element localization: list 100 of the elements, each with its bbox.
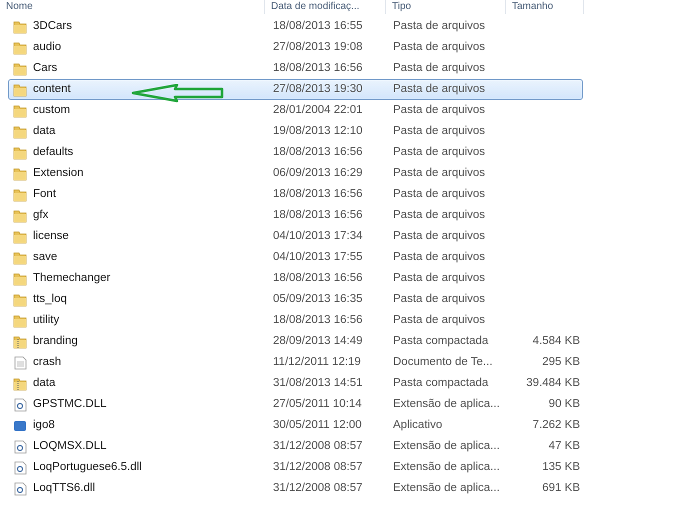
file-name: igo8	[33, 418, 55, 433]
column-header[interactable]: Tipo	[386, 0, 506, 14]
file-row[interactable]: igo8 30/05/2011 12:00 Aplicativo 7.262 KB	[8, 415, 583, 436]
file-row[interactable]: LoqPortuguese6.5.dll 31/12/2008 08:57 Extensão de aplica... 135 KB	[8, 457, 583, 478]
file-name: defaults	[33, 144, 74, 160]
file-name: Extension	[33, 166, 84, 181]
modified-date: 28/09/2013 14:49	[273, 334, 363, 347]
folder-icon	[13, 208, 27, 222]
file-row[interactable]: Themechanger 18/08/2013 16:56 Pasta de arquivos	[8, 268, 583, 289]
file-type: Pasta de arquivos	[393, 166, 486, 179]
modified-date: 27/08/2013 19:08	[273, 40, 363, 53]
file-row[interactable]: utility 18/08/2013 16:56 Pasta de arquivos	[8, 310, 583, 331]
file-name: utility	[33, 312, 60, 328]
file-size: 90 KB	[548, 398, 580, 410]
file-name: branding	[33, 334, 78, 349]
modified-date: 27/08/2013 19:30	[273, 82, 363, 95]
folder-icon	[13, 124, 27, 138]
file-name: LOQMSX.DLL	[33, 438, 106, 454]
folder-icon	[13, 250, 27, 264]
file-name: LoqPortuguese6.5.dll	[33, 460, 142, 475]
file-row[interactable]: branding 28/09/2013 14:49 Pasta compactada 4.584 KB	[8, 331, 583, 352]
file-size: 39.484 KB	[526, 376, 580, 389]
file-name: Themechanger	[33, 270, 110, 286]
folder-icon	[13, 104, 27, 118]
file-type: Pasta de arquivos	[393, 250, 486, 263]
folder-icon	[13, 188, 27, 202]
file-row[interactable]: LoqTTS6.dll 31/12/2008 08:57 Extensão de aplica... 691 KB	[8, 478, 583, 499]
file-row[interactable]: data 31/08/2013 14:51 Pasta compactada 39.484 KB	[8, 373, 583, 394]
file-size: 4.584 KB	[532, 334, 580, 347]
column-header[interactable]: Data de modificaç...	[265, 0, 386, 14]
file-row[interactable]: GPSTMC.DLL 27/05/2011 10:14 Extensão de aplica... 90 KB	[8, 394, 583, 415]
file-name: data	[33, 124, 56, 139]
file-row[interactable]: content 27/08/2013 19:30 Pasta de arquivos	[8, 79, 583, 100]
modified-date: 18/08/2013 16:56	[273, 146, 363, 158]
file-row[interactable]: gfx 18/08/2013 16:56 Pasta de arquivos	[8, 205, 583, 226]
modified-date: 18/08/2013 16:56	[273, 62, 363, 74]
file-name: custom	[33, 102, 70, 118]
file-size: 47 KB	[548, 440, 580, 452]
text-file-icon	[13, 356, 27, 370]
application-icon	[13, 418, 27, 432]
folder-icon	[13, 146, 27, 160]
file-name: Cars	[33, 60, 58, 76]
modified-date: 30/05/2011 12:00	[273, 418, 362, 431]
file-row[interactable]: crash 11/12/2011 12:19 Documento de Te... 295 KB	[8, 352, 583, 373]
column-header[interactable]: Tamanho	[506, 0, 584, 14]
file-name: Font	[33, 186, 56, 202]
file-size: 691 KB	[542, 482, 580, 494]
folder-icon	[13, 40, 27, 54]
modified-date: 27/05/2011 10:14	[273, 398, 362, 410]
file-row[interactable]: 3DCars 18/08/2013 16:55 Pasta de arquivos	[8, 16, 583, 37]
folder-icon	[13, 272, 27, 286]
file-name: tts_loq	[33, 292, 67, 307]
file-type: Pasta de arquivos	[393, 292, 486, 305]
column-header[interactable]: Nome	[0, 0, 265, 14]
file-row[interactable]: license 04/10/2013 17:34 Pasta de arquivos	[8, 226, 583, 247]
modified-date: 18/08/2013 16:56	[273, 208, 363, 221]
file-name: license	[33, 228, 69, 244]
file-type: Pasta de arquivos	[393, 208, 486, 221]
file-row[interactable]: defaults 18/08/2013 16:56 Pasta de arquivos	[8, 142, 583, 163]
file-name: gfx	[33, 208, 48, 223]
folder-icon	[13, 62, 27, 76]
file-type: Pasta de arquivos	[393, 40, 486, 53]
file-row[interactable]: save 04/10/2013 17:55 Pasta de arquivos	[8, 247, 583, 268]
file-size: 7.262 KB	[532, 418, 580, 431]
file-row[interactable]: Font 18/08/2013 16:56 Pasta de arquivos	[8, 184, 583, 205]
folder-icon	[13, 314, 27, 328]
file-type: Extensão de aplica...	[393, 460, 500, 473]
file-row[interactable]: Cars 18/08/2013 16:56 Pasta de arquivos	[8, 58, 583, 79]
file-row[interactable]: Extension 06/09/2013 16:29 Pasta de arquivos	[8, 163, 583, 184]
modified-date: 18/08/2013 16:56	[273, 314, 363, 326]
modified-date: 11/12/2011 12:19	[273, 356, 361, 368]
file-type: Aplicativo	[393, 418, 442, 431]
file-type: Pasta de arquivos	[393, 146, 486, 158]
file-row[interactable]: data 19/08/2013 12:10 Pasta de arquivos	[8, 121, 583, 142]
modified-date: 31/08/2013 14:51	[273, 376, 363, 389]
file-type: Pasta de arquivos	[393, 104, 486, 116]
file-name: LoqTTS6.dll	[33, 480, 96, 496]
file-type: Extensão de aplica...	[393, 440, 500, 452]
file-type: Pasta de arquivos	[393, 230, 486, 242]
file-type: Pasta de arquivos	[393, 82, 486, 95]
file-type: Pasta de arquivos	[393, 20, 486, 32]
modified-date: 18/08/2013 16:56	[273, 272, 363, 284]
file-type: Pasta de arquivos	[393, 272, 486, 284]
file-type: Pasta de arquivos	[393, 124, 486, 137]
modified-date: 31/12/2008 08:57	[273, 460, 363, 473]
file-type: Documento de Te...	[393, 356, 493, 368]
file-name: crash	[33, 354, 62, 370]
zipped-folder-icon	[13, 334, 27, 348]
file-row[interactable]: custom 28/01/2004 22:01 Pasta de arquivos	[8, 100, 583, 121]
file-type: Pasta de arquivos	[393, 314, 486, 326]
folder-icon	[13, 20, 27, 34]
file-row[interactable]: LOQMSX.DLL 31/12/2008 08:57 Extensão de aplica... 47 KB	[8, 436, 583, 457]
file-type: Pasta compactada	[393, 334, 488, 347]
modified-date: 31/12/2008 08:57	[273, 482, 363, 494]
file-row[interactable]: tts_loq 05/09/2013 16:35 Pasta de arquivos	[8, 289, 583, 310]
file-name: 3DCars	[33, 18, 72, 34]
file-type: Extensão de aplica...	[393, 482, 500, 494]
file-row[interactable]: audio 27/08/2013 19:08 Pasta de arquivos	[8, 37, 583, 58]
zipped-folder-icon	[13, 376, 27, 390]
file-type: Pasta de arquivos	[393, 188, 486, 200]
